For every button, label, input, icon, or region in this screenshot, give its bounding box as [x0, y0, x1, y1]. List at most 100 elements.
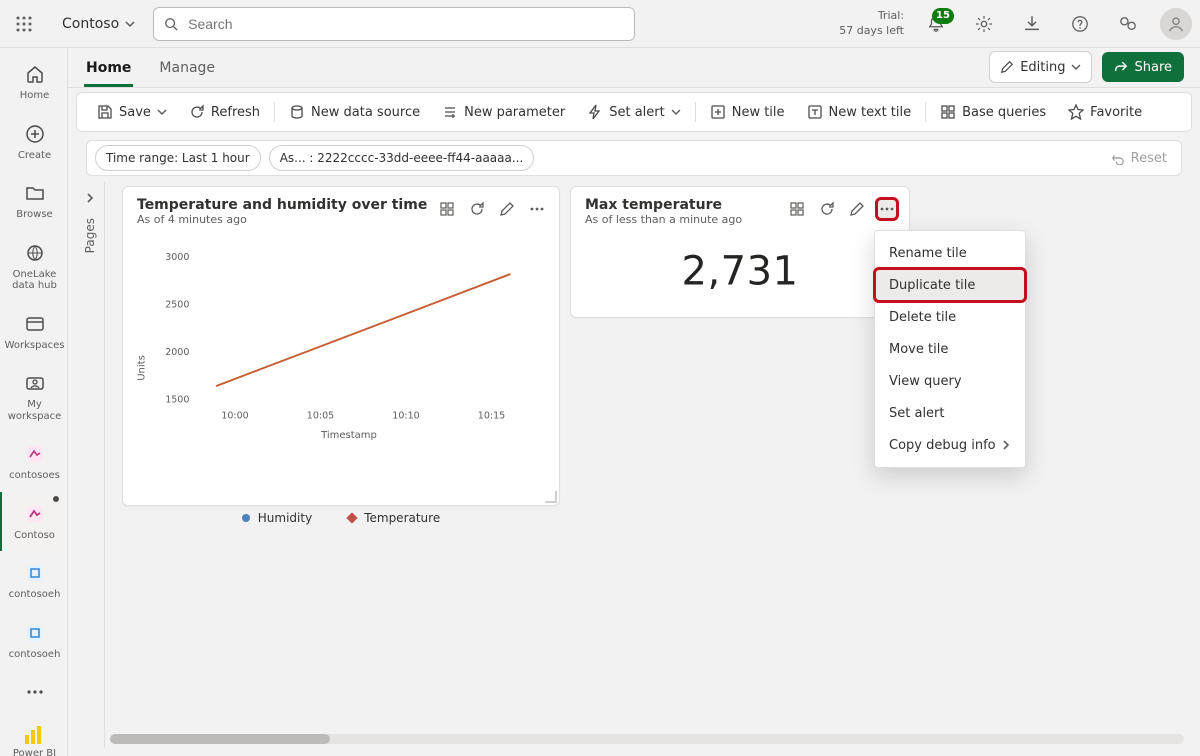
leftrail-more[interactable] — [0, 670, 67, 716]
chevron-down-icon — [157, 107, 167, 117]
tile-explore-button[interactable] — [787, 199, 807, 219]
save-button[interactable]: Save — [87, 97, 177, 127]
new-text-tile-button[interactable]: New text tile — [797, 97, 922, 127]
svg-text:2000: 2000 — [165, 347, 189, 358]
refresh-icon — [819, 201, 835, 217]
new-datasource-button[interactable]: New data source — [279, 97, 430, 127]
new-tile-button[interactable]: New tile — [700, 97, 795, 127]
chart: Units 1500 2000 2500 3000 — [123, 230, 559, 505]
share-button[interactable]: Share — [1102, 52, 1184, 82]
leftrail-contosoeh-1[interactable]: contosoeh — [0, 551, 67, 611]
search-input[interactable] — [186, 15, 624, 33]
leftrail-browse[interactable]: Browse — [0, 171, 67, 231]
person-icon — [1167, 15, 1185, 33]
refresh-button[interactable]: Refresh — [179, 97, 270, 127]
refresh-icon — [189, 104, 205, 120]
notifications-button[interactable]: 15 — [916, 4, 956, 44]
tile-explore-button[interactable] — [437, 199, 457, 219]
help-button[interactable] — [1060, 4, 1100, 44]
ctx-rename-tile[interactable]: Rename tile — [875, 237, 1025, 269]
pencil-icon — [1000, 60, 1014, 74]
svg-text:10:00: 10:00 — [221, 410, 248, 421]
download-button[interactable] — [1012, 4, 1052, 44]
horizontal-scrollbar[interactable] — [110, 734, 1184, 744]
text-tile-icon — [807, 104, 823, 120]
ctx-set-alert[interactable]: Set alert — [875, 397, 1025, 429]
chevron-right-icon — [1001, 440, 1011, 450]
legend-humidity: Humidity — [242, 511, 312, 525]
search-bar[interactable] — [153, 7, 635, 41]
svg-text:10:10: 10:10 — [392, 410, 419, 421]
leftrail-contosoeh-2[interactable]: contosoeh — [0, 611, 67, 671]
refresh-icon — [469, 201, 485, 217]
diamond-marker-icon — [347, 512, 358, 523]
tile-more-button[interactable] — [877, 199, 897, 219]
feedback-button[interactable] — [1108, 4, 1148, 44]
gear-icon — [975, 15, 993, 33]
tile-title: Max temperature — [585, 197, 779, 213]
reset-button[interactable]: Reset — [1105, 151, 1173, 166]
editing-mode-button[interactable]: Editing — [989, 51, 1092, 83]
x-axis-label: Timestamp — [149, 430, 549, 441]
leftrail-powerbi[interactable]: Power BI — [0, 716, 67, 756]
leftrail-contosoes[interactable]: contosoes — [0, 432, 67, 492]
leftrail-my-workspace[interactable]: My workspace — [0, 361, 67, 432]
base-queries-button[interactable]: Base queries — [930, 97, 1056, 127]
ctx-duplicate-tile[interactable]: Duplicate tile — [875, 269, 1025, 301]
feedback-icon — [1118, 15, 1138, 33]
unsaved-dot-icon — [53, 496, 59, 502]
chevron-down-icon — [125, 19, 135, 29]
tile-edit-button[interactable] — [497, 199, 517, 219]
settings-button[interactable] — [964, 4, 1004, 44]
scrollbar-thumb[interactable] — [110, 734, 330, 744]
leftrail-contoso[interactable]: Contoso — [0, 492, 67, 552]
tab-home[interactable]: Home — [84, 52, 133, 87]
svg-text:2500: 2500 — [165, 299, 189, 310]
queries-icon — [940, 104, 956, 120]
download-icon — [1023, 15, 1041, 33]
command-bar: Save Refresh New data source New paramet… — [76, 92, 1192, 132]
ctx-delete-tile[interactable]: Delete tile — [875, 301, 1025, 333]
tab-strip: Home Manage Editing Share — [68, 48, 1200, 88]
tile-refresh-button[interactable] — [817, 199, 837, 219]
tab-manage[interactable]: Manage — [157, 52, 217, 87]
leftrail-create[interactable]: Create — [0, 112, 67, 172]
workspace-switcher[interactable]: Contoso — [52, 10, 145, 38]
leftrail-workspaces[interactable]: Workspaces — [0, 302, 67, 362]
ctx-copy-debug[interactable]: Copy debug info — [875, 429, 1025, 461]
tile-context-menu: Rename tile Duplicate tile Delete tile M… — [874, 230, 1026, 468]
time-range-pill[interactable]: Time range: Last 1 hour — [95, 145, 261, 171]
chevron-right-icon — [85, 193, 95, 203]
ellipsis-icon — [21, 678, 49, 706]
parameter-icon — [442, 104, 458, 120]
pencil-icon — [849, 201, 865, 217]
new-parameter-button[interactable]: New parameter — [432, 97, 575, 127]
tile-refresh-button[interactable] — [467, 199, 487, 219]
parameter-pill[interactable]: As... : 2222cccc-33dd-eeee-ff44-aaaaa... — [269, 145, 535, 171]
pages-expand-button[interactable] — [80, 188, 100, 208]
app-launcher-button[interactable] — [4, 4, 44, 44]
svg-text:3000: 3000 — [165, 252, 189, 263]
tile-edit-button[interactable] — [847, 199, 867, 219]
leftrail-onelake[interactable]: OneLake data hub — [0, 231, 67, 302]
tile-max-temperature: Max temperature As of less than a minute… — [570, 186, 910, 318]
tile-subtitle: As of 4 minutes ago — [137, 213, 429, 226]
powerbi-icon — [25, 724, 45, 744]
leftrail-home[interactable]: Home — [0, 52, 67, 112]
ctx-move-tile[interactable]: Move tile — [875, 333, 1025, 365]
database-icon — [289, 104, 305, 120]
star-icon — [1068, 104, 1084, 120]
metric-value: 2,731 — [681, 248, 798, 294]
notifications-badge: 15 — [932, 8, 954, 24]
chevron-down-icon — [671, 107, 681, 117]
resize-handle[interactable] — [545, 491, 557, 503]
tile-more-button[interactable] — [527, 199, 547, 219]
y-axis-label: Units — [136, 355, 147, 381]
circle-marker-icon — [242, 514, 250, 522]
set-alert-button[interactable]: Set alert — [577, 97, 691, 127]
workspace-name: Contoso — [62, 16, 119, 32]
ctx-view-query[interactable]: View query — [875, 365, 1025, 397]
trial-label: Trial: — [878, 9, 904, 23]
account-button[interactable] — [1160, 8, 1192, 40]
favorite-button[interactable]: Favorite — [1058, 97, 1152, 127]
